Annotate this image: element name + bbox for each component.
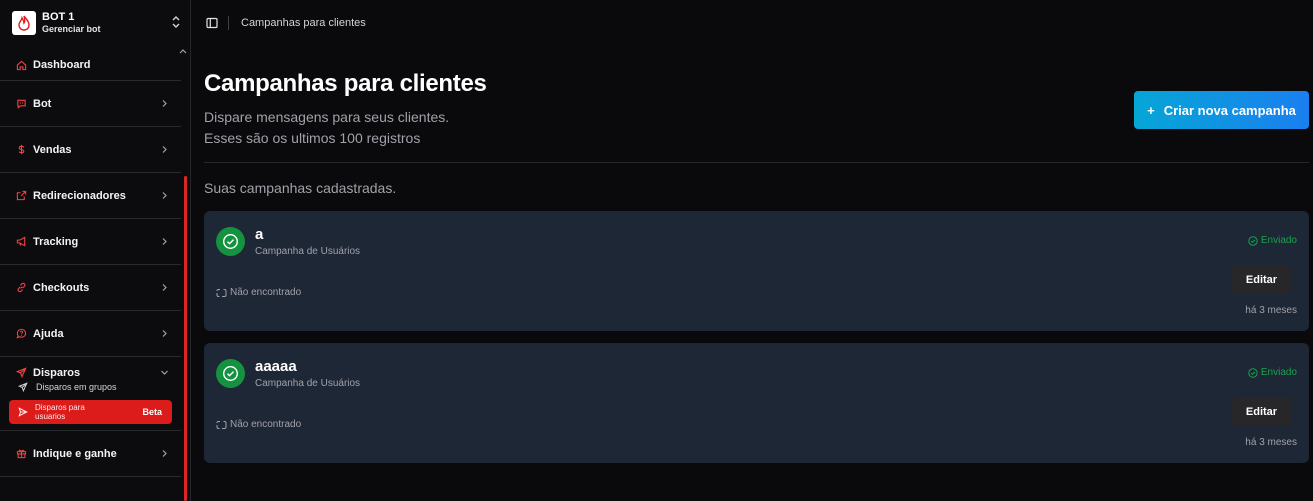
chevrons-up-down-icon <box>172 15 180 31</box>
campaign-name: aaaaa <box>255 358 297 375</box>
status-label: Enviado <box>1260 235 1297 246</box>
broken-image-icon <box>216 420 227 430</box>
main-content: Campanhas para clientes Campanhas para c… <box>191 0 1313 501</box>
sidebar-subitem-disparos-usuarios[interactable]: Disparos para usuarios Beta <box>9 400 172 424</box>
chevron-right-icon <box>160 283 169 292</box>
check-circle-icon <box>1248 235 1258 246</box>
status-badge: Enviado <box>1248 235 1297 246</box>
sidebar-item-label: Tracking <box>33 235 79 248</box>
sidebar-item-indique[interactable]: Indique e ganhe <box>0 431 181 477</box>
sidebar-scrollbar[interactable] <box>184 176 187 501</box>
campaign-type: Campanha de Usuários <box>255 378 361 389</box>
bot-switcher[interactable]: BOT 1 Gerenciar bot <box>0 0 190 46</box>
sidebar-nav: Dashboard Bot Vendas Redirecionadores Tr… <box>0 50 181 477</box>
sidebar-subitem-label: Disparos para usuarios <box>35 403 85 421</box>
broken-image-icon <box>216 288 227 298</box>
sidebar-subitem-disparos-grupos[interactable]: Disparos em grupos <box>0 378 181 396</box>
page-header: Campanhas para clientes Dispare mensagen… <box>204 70 487 149</box>
create-campaign-button[interactable]: + Criar nova campanha <box>1134 91 1309 129</box>
sidebar-item-tracking[interactable]: Tracking <box>0 219 181 265</box>
campaign-card: a Campanha de Usuários Enviado Não encon… <box>204 211 1309 331</box>
chevron-right-icon <box>160 449 169 458</box>
sidebar-item-label: Indique e ganhe <box>33 447 117 460</box>
status-label: Enviado <box>1260 367 1297 378</box>
beta-badge: Beta <box>142 406 162 417</box>
description-line-2: Esses são os ultimos 100 registros <box>204 130 421 146</box>
sidebar-item-ajuda[interactable]: Ajuda <box>0 311 181 357</box>
bot-name: BOT 1 <box>42 11 75 23</box>
check-circle-icon <box>216 359 245 388</box>
topbar: Campanhas para clientes <box>191 0 1313 46</box>
home-icon <box>16 60 27 71</box>
breadcrumb: Campanhas para clientes <box>241 17 366 29</box>
send-icon <box>16 367 27 378</box>
external-link-icon <box>16 190 27 201</box>
campaign-time: há 3 meses <box>1245 437 1297 448</box>
sidebar-item-label: Disparos <box>33 366 81 379</box>
page-description: Dispare mensagens para seus clientes. Es… <box>204 107 487 149</box>
page-title: Campanhas para clientes <box>204 70 487 97</box>
sidebar: BOT 1 Gerenciar bot Dashboard Bot Vendas… <box>0 0 191 501</box>
dollar-icon <box>16 144 27 155</box>
check-circle-icon <box>1248 367 1258 378</box>
sidebar-item-dashboard[interactable]: Dashboard <box>0 50 181 81</box>
brand-logo <box>12 11 36 35</box>
sidebar-item-label: Checkouts <box>33 281 90 294</box>
help-bubble-icon <box>16 328 27 339</box>
create-campaign-label: Criar nova campanha <box>1163 102 1296 118</box>
edit-button[interactable]: Editar <box>1232 265 1291 294</box>
chevron-right-icon <box>160 145 169 154</box>
campaign-card: aaaaa Campanha de Usuários Enviado Não e… <box>204 343 1309 463</box>
campaign-name: a <box>255 226 264 243</box>
plus-icon: + <box>1147 102 1155 118</box>
sidebar-subitem-label: Disparos em grupos <box>36 382 117 392</box>
sidebar-item-bot[interactable]: Bot <box>0 81 181 127</box>
sidebar-item-redirecionadores[interactable]: Redirecionadores <box>0 173 181 219</box>
header-divider <box>204 162 1309 163</box>
edit-button[interactable]: Editar <box>1232 397 1291 426</box>
campaign-type: Campanha de Usuários <box>255 246 361 257</box>
campaign-time: há 3 meses <box>1245 305 1297 316</box>
sidebar-item-label: Bot <box>33 97 52 110</box>
sidebar-item-label: Ajuda <box>33 327 64 340</box>
chevron-right-icon <box>160 191 169 200</box>
chevron-right-icon <box>160 237 169 246</box>
sidebar-item-label: Redirecionadores <box>33 189 126 202</box>
chat-bot-icon <box>16 98 27 109</box>
section-label: Suas campanhas cadastradas. <box>204 180 397 196</box>
media-status: Não encontrado <box>216 287 301 298</box>
link-icon <box>16 282 27 293</box>
sidebar-group-disparos: Disparos Disparos em grupos Disparos par… <box>0 357 181 431</box>
chevron-right-icon <box>160 99 169 108</box>
status-badge: Enviado <box>1248 367 1297 378</box>
breadcrumb-separator <box>228 16 229 30</box>
megaphone-icon <box>16 236 27 247</box>
media-status-label: Não encontrado <box>230 419 302 430</box>
chevron-down-icon <box>160 368 169 377</box>
description-line-1: Dispare mensagens para seus clientes. <box>204 109 450 125</box>
bot-subtitle: Gerenciar bot <box>42 24 101 34</box>
app-root: BOT 1 Gerenciar bot Dashboard Bot Vendas… <box>0 0 1313 501</box>
sidebar-item-label: Dashboard <box>33 59 91 71</box>
gift-icon <box>16 448 27 459</box>
sidebar-item-checkouts[interactable]: Checkouts <box>0 265 181 311</box>
sidebar-item-label: Vendas <box>33 143 72 156</box>
media-status: Não encontrado <box>216 419 301 430</box>
send-icon <box>18 407 28 417</box>
send-icon <box>18 382 28 392</box>
chevron-right-icon <box>160 329 169 338</box>
check-circle-icon <box>216 227 245 256</box>
media-status-label: Não encontrado <box>230 287 302 298</box>
sidebar-item-vendas[interactable]: Vendas <box>0 127 181 173</box>
sidebar-toggle-icon[interactable] <box>206 17 218 29</box>
